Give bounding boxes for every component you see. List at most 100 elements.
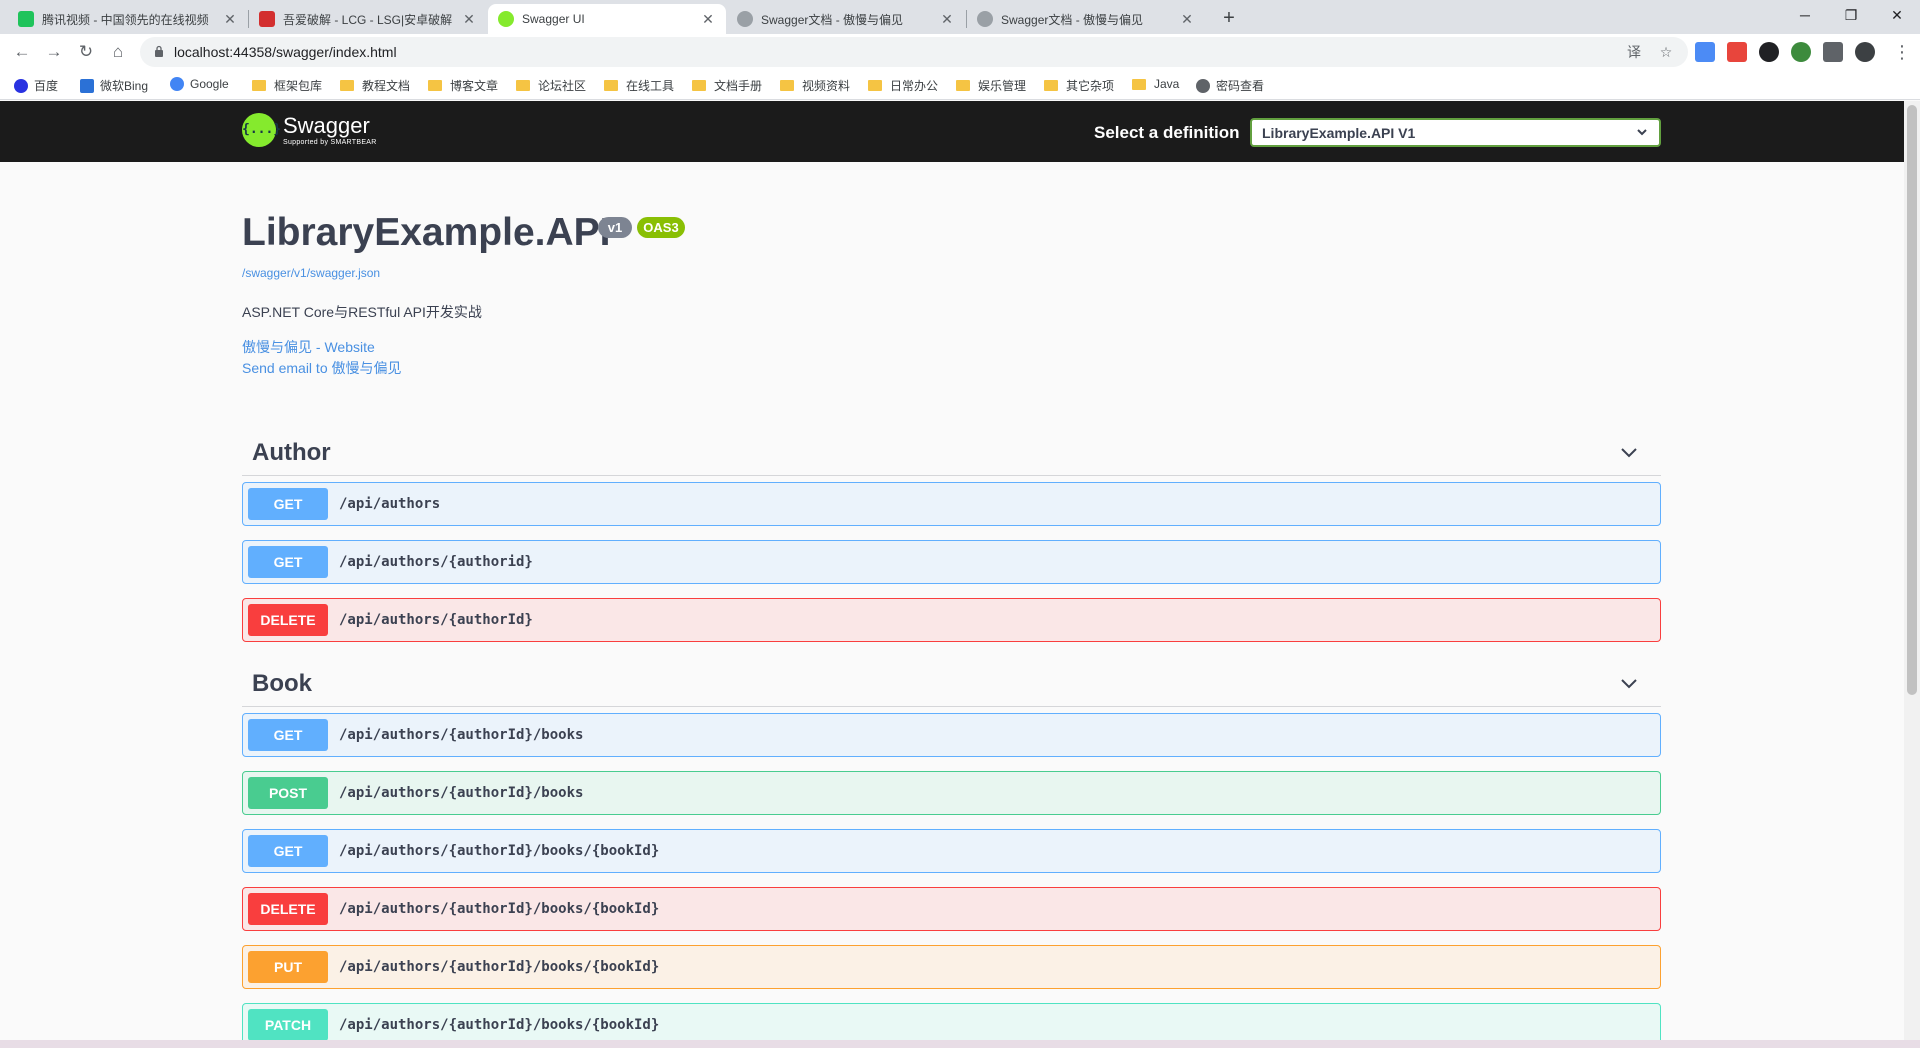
bookmark-label: 娱乐管理 [978,79,1027,93]
tab-52pojie[interactable]: 吾爱破解 - LCG - LSG|安卓破解 ✕ [249,4,487,34]
bookmark-folder[interactable]: 其它杂项 [1044,77,1114,94]
bookmark-label: 在线工具 [626,79,675,93]
tab-swagger-doc-2[interactable]: Swagger文档 - 傲慢与偏见 ✕ [967,4,1205,34]
page-scrollbar[interactable] [1904,101,1920,1040]
operation-get-books[interactable]: GET /api/authors/{authorId}/books [242,713,1661,757]
close-window-button[interactable]: ✕ [1874,0,1920,30]
operation-path: /api/authors/{authorId}/books/{bookId} [339,1017,660,1033]
forward-button[interactable]: → [40,38,68,66]
tencent-video-icon [18,11,34,27]
bookmark-label: 论坛社区 [538,79,587,93]
back-button[interactable]: ← [8,38,36,66]
contact-email-link[interactable]: Send email to 傲慢与偏见 [242,358,402,378]
extension-icon[interactable] [1727,42,1747,62]
user-avatar-icon [977,11,993,27]
bookmark-star-icon[interactable]: ☆ [1656,42,1676,62]
google-icon [170,77,184,91]
home-button[interactable]: ⌂ [104,38,132,66]
browser-menu-button[interactable]: ⋮ [1892,40,1912,64]
bookmark-folder[interactable]: 日常办公 [868,77,938,94]
bookmark-folder[interactable]: 在线工具 [604,77,674,94]
swagger-logo[interactable]: {...} Swagger Supported by SMARTBEAR [242,113,377,147]
bookmark-label: 微软Bing [100,79,149,93]
operation-path: /api/authors/{authorId}/books/{bookId} [339,901,660,917]
bookmark-label: 密码查看 [1216,79,1265,93]
bookmark-label: 其它杂项 [1066,79,1115,93]
bookmark-folder[interactable]: 教程文档 [340,77,410,94]
swagger-logo-name: Swagger [283,112,370,138]
browser-tab-strip: 腾讯视频 - 中国领先的在线视频 ✕ 吾爱破解 - LCG - LSG|安卓破解… [0,0,1920,34]
method-badge: GET [248,488,328,520]
folder-icon [780,80,794,91]
folder-icon [1044,80,1058,91]
operation-delete-book[interactable]: DELETE /api/authors/{authorId}/books/{bo… [242,887,1661,931]
close-icon[interactable]: ✕ [461,11,477,28]
address-bar[interactable]: localhost:44358/swagger/index.html 译 ☆ [140,37,1688,67]
bookmark-folder[interactable]: 娱乐管理 [956,77,1026,94]
tab-swagger-doc-1[interactable]: Swagger文档 - 傲慢与偏见 ✕ [727,4,965,34]
operation-get-book[interactable]: GET /api/authors/{authorId}/books/{bookI… [242,829,1661,873]
bookmark-folder[interactable]: Java [1132,77,1179,91]
puzzle-extensions-icon[interactable] [1823,42,1843,62]
tab-swagger-ui[interactable]: Swagger UI ✕ [488,4,726,34]
definition-select[interactable]: LibraryExample.API V1 [1250,118,1661,147]
version-badge: v1 [598,217,632,238]
tag-author[interactable]: Author [242,428,1661,476]
method-badge: DELETE [248,893,328,925]
folder-icon [1132,78,1146,90]
close-icon[interactable]: ✕ [700,11,716,28]
operation-path: /api/authors/{authorId} [339,612,533,628]
profile-avatar-icon[interactable] [1855,42,1875,62]
swagger-logo-icon: {...} [242,113,281,147]
url-text[interactable]: localhost:44358/swagger/index.html [174,44,397,60]
bookmark-folder[interactable]: 视频资料 [780,77,850,94]
translate-extension-icon[interactable] [1695,42,1715,62]
bookmark-label: Java [1154,77,1180,91]
operation-put-book[interactable]: PUT /api/authors/{authorId}/books/{bookI… [242,945,1661,989]
bookmark-baidu[interactable]: 百度 [14,77,58,94]
operation-path: /api/authors/{authorId}/books/{bookId} [339,959,660,975]
close-icon[interactable]: ✕ [222,11,238,28]
extension-icon[interactable] [1791,42,1811,62]
bookmark-folder[interactable]: 文档手册 [692,77,762,94]
folder-icon [692,80,706,91]
contact-website-link[interactable]: 傲慢与偏见 - Website [242,337,375,357]
52pojie-icon [259,11,275,27]
folder-icon [956,80,970,91]
reload-button[interactable]: ↻ [72,38,100,66]
tab-tencent-video[interactable]: 腾讯视频 - 中国领先的在线视频 ✕ [8,4,248,34]
folder-icon [604,80,618,91]
bookmark-folder[interactable]: 论坛社区 [516,77,586,94]
bookmark-label: 框架包库 [274,79,323,93]
operation-delete-author[interactable]: DELETE /api/authors/{authorId} [242,598,1661,642]
method-badge: GET [248,546,328,578]
maximize-button[interactable]: ❐ [1828,0,1874,30]
tab-title: 腾讯视频 - 中国领先的在线视频 [42,12,209,27]
extension-icon[interactable] [1759,42,1779,62]
bookmark-password[interactable]: 密码查看 [1196,77,1264,94]
bookmark-bing[interactable]: 微软Bing [80,77,148,94]
bookmark-google[interactable]: Google [170,77,229,91]
folder-icon [516,80,530,91]
operation-get-authors[interactable]: GET /api/authors [242,482,1661,526]
operation-path: /api/authors/{authorId}/books [339,727,584,743]
oas-badge: OAS3 [637,217,685,238]
translate-icon[interactable]: 译 [1624,42,1644,62]
folder-icon [340,80,354,91]
spec-json-link[interactable]: /swagger/v1/swagger.json [242,266,380,280]
operation-path: /api/authors/{authorid} [339,554,533,570]
tab-title: Swagger文档 - 傲慢与偏见 [1001,12,1144,27]
tag-book[interactable]: Book [242,659,1661,707]
new-tab-button[interactable]: + [1216,6,1242,32]
bookmark-label: 文档手册 [714,79,763,93]
lock-icon [155,45,163,57]
scrollbar-thumb[interactable] [1907,105,1917,695]
operation-get-author[interactable]: GET /api/authors/{authorid} [242,540,1661,584]
minimize-button[interactable]: ─ [1782,0,1828,30]
close-icon[interactable]: ✕ [1179,11,1195,28]
folder-icon [252,80,266,91]
operation-post-book[interactable]: POST /api/authors/{authorId}/books [242,771,1661,815]
bookmark-folder[interactable]: 框架包库 [252,77,322,94]
bookmark-folder[interactable]: 博客文章 [428,77,498,94]
close-icon[interactable]: ✕ [939,11,955,28]
